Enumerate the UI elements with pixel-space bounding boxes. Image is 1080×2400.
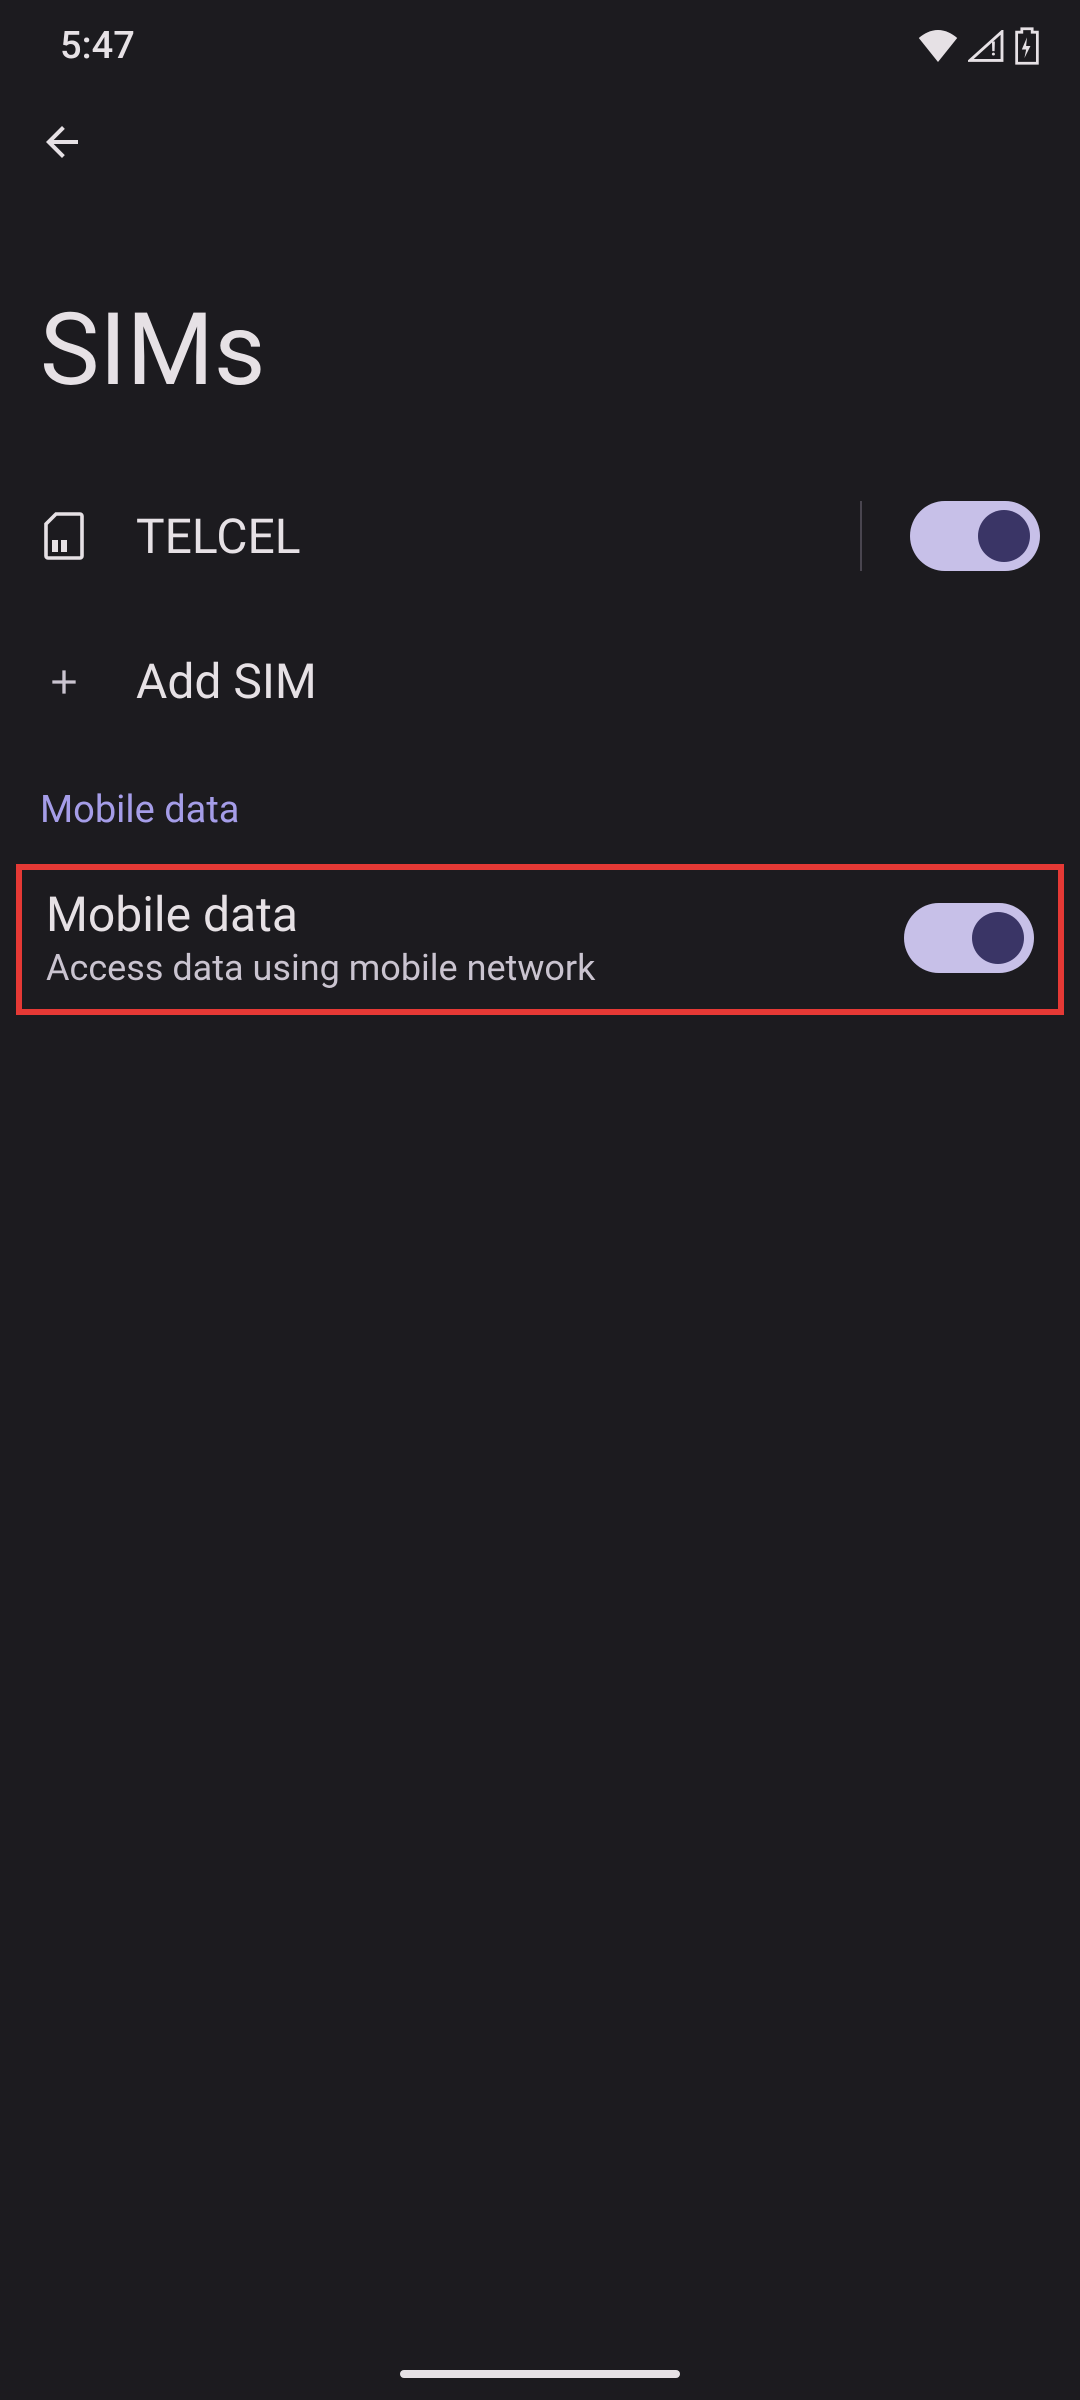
- add-sim-button[interactable]: Add SIM: [0, 603, 1080, 760]
- signal-icon: !: [968, 30, 1004, 62]
- mobile-data-title: Mobile data: [46, 886, 874, 943]
- sim-carrier-label: TELCEL: [136, 508, 812, 565]
- mobile-data-subtitle: Access data using mobile network: [46, 947, 874, 989]
- status-icons: !: [918, 27, 1040, 65]
- arrow-left-icon: [38, 118, 86, 166]
- navigation-handle[interactable]: [400, 2370, 680, 2378]
- add-sim-label: Add SIM: [136, 653, 317, 710]
- wifi-icon: [918, 30, 958, 62]
- mobile-data-row[interactable]: Mobile data Access data using mobile net…: [22, 870, 1058, 1009]
- divider: [860, 501, 862, 571]
- back-button[interactable]: [32, 112, 92, 172]
- status-bar: 5:47 !: [0, 0, 1080, 80]
- plus-icon: [40, 658, 88, 706]
- sim-card-icon: [40, 512, 88, 560]
- battery-icon: [1014, 27, 1040, 65]
- mobile-data-toggle[interactable]: [904, 903, 1034, 973]
- sim-row-telcel[interactable]: TELCEL: [0, 469, 1080, 603]
- highlight-box: Mobile data Access data using mobile net…: [16, 864, 1064, 1015]
- page-title: SIMs: [0, 172, 1080, 469]
- section-header-mobile-data: Mobile data: [0, 760, 1080, 850]
- svg-text:!: !: [991, 38, 996, 61]
- status-time: 5:47: [60, 24, 135, 68]
- sim-toggle[interactable]: [910, 501, 1040, 571]
